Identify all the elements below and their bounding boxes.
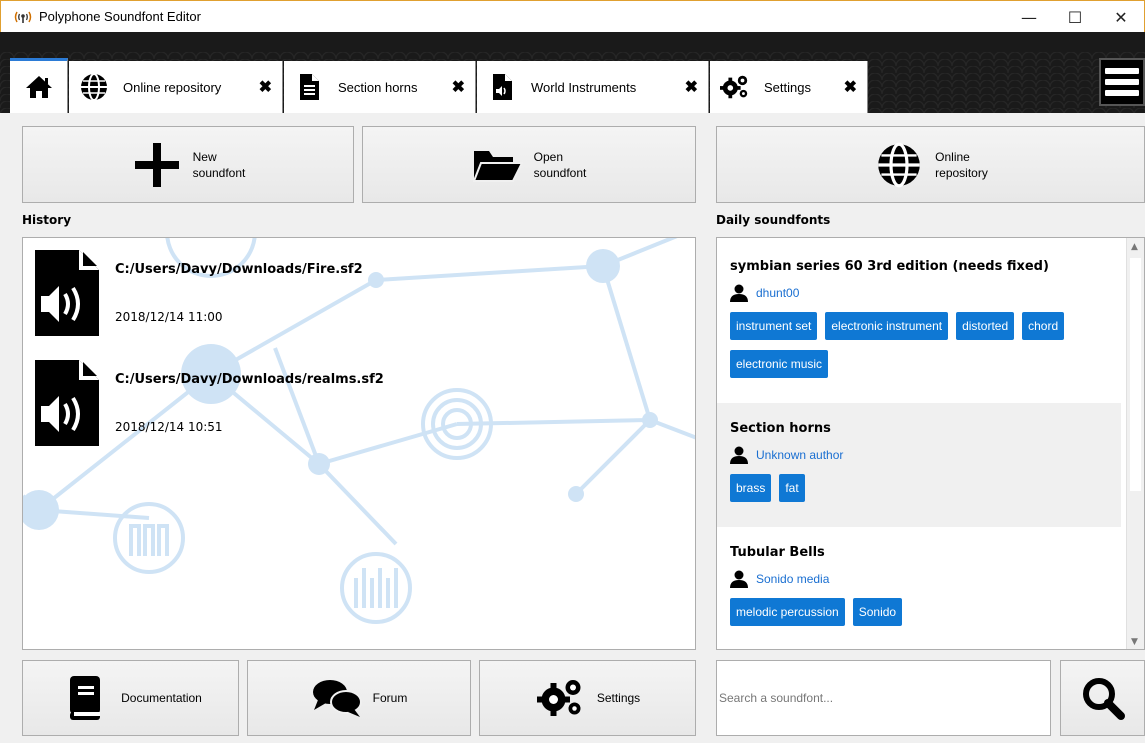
tab-home[interactable] <box>10 58 68 113</box>
maximize-button[interactable]: ☐ <box>1052 1 1098 33</box>
daily-item[interactable]: Tubular Bells Sonido media melodic percu… <box>717 527 1121 649</box>
close-window-button[interactable]: ✕ <box>1098 1 1144 33</box>
history-heading: History <box>22 213 72 227</box>
audio-file-icon <box>487 72 517 102</box>
home-icon <box>24 72 54 102</box>
tag-button[interactable]: melodic percussion <box>730 598 845 626</box>
close-tab-button[interactable]: ✖ <box>685 77 698 97</box>
history-date: 2018/12/14 10:51 <box>115 420 223 434</box>
button-label: Open <box>533 149 563 164</box>
button-label: soundfont <box>533 165 587 180</box>
button-label: soundfont <box>192 165 246 180</box>
menu-bar-icon <box>1105 68 1139 74</box>
soundfont-title: symbian series 60 3rd edition (needs fix… <box>730 259 1049 274</box>
title-bar: Polyphone Soundfont Editor — ☐ ✕ <box>0 0 1145 32</box>
history-item[interactable]: C:/Users/Davy/Downloads/realms.sf2 2018/… <box>35 360 384 446</box>
settings-button[interactable]: Settings <box>479 660 696 736</box>
history-date: 2018/12/14 11:00 <box>115 310 223 324</box>
tag-button[interactable]: distorted <box>956 312 1015 340</box>
user-icon <box>730 570 748 588</box>
daily-item[interactable]: symbian series 60 3rd edition (needs fix… <box>717 238 1121 403</box>
author-link[interactable]: dhunt00 <box>756 286 799 300</box>
soundfont-title: Tubular Bells <box>730 545 825 560</box>
close-tab-button[interactable]: ✖ <box>259 77 272 97</box>
history-path: C:/Users/Davy/Downloads/Fire.sf2 <box>115 262 363 277</box>
tab-strip-top <box>0 32 1145 52</box>
author-link[interactable]: Unknown author <box>756 448 843 462</box>
tag-button[interactable]: electronic music <box>730 350 829 378</box>
tab-settings[interactable]: Settings ✖ <box>710 61 868 113</box>
history-path: C:/Users/Davy/Downloads/realms.sf2 <box>115 372 384 387</box>
button-label: Settings <box>596 691 641 705</box>
close-tab-button[interactable]: ✖ <box>844 77 857 97</box>
search-icon <box>1077 672 1129 724</box>
tag-button[interactable]: instrument set <box>730 312 818 340</box>
search-button[interactable] <box>1060 660 1145 736</box>
button-label: Documentation <box>121 691 202 705</box>
daily-item[interactable]: Section horns Unknown author brass fat <box>717 403 1121 527</box>
tag-button[interactable]: Sonido <box>852 598 903 626</box>
search-box[interactable] <box>716 660 1051 736</box>
tag-button[interactable]: chord <box>1022 312 1065 340</box>
scrollbar[interactable]: ▲ ▼ <box>1126 238 1144 649</box>
audio-file-icon <box>35 360 99 446</box>
minimize-button[interactable]: — <box>1006 1 1052 33</box>
document-icon <box>294 72 324 102</box>
app-icon <box>13 7 33 27</box>
scroll-thumb[interactable] <box>1130 258 1141 491</box>
book-icon <box>59 672 111 724</box>
globe-icon <box>79 72 109 102</box>
network-background <box>23 238 695 624</box>
button-label: New <box>192 149 217 164</box>
history-list: C:/Users/Davy/Downloads/Fire.sf2 2018/12… <box>22 237 696 650</box>
forum-button[interactable]: Forum <box>247 660 471 736</box>
user-icon <box>730 446 748 464</box>
online-repository-button[interactable]: Online repository <box>716 126 1145 203</box>
open-soundfont-button[interactable]: Open soundfont <box>362 126 696 203</box>
soundfont-title: Section horns <box>730 421 831 436</box>
daily-soundfonts-heading: Daily soundfonts <box>716 213 831 227</box>
author-link[interactable]: Sonido media <box>756 572 829 586</box>
tag-button[interactable]: brass <box>730 474 772 502</box>
tab-label: World Instruments <box>531 79 637 95</box>
new-soundfont-button[interactable]: New soundfont <box>22 126 354 203</box>
tab-label: Section horns <box>338 79 418 95</box>
menu-bar-icon <box>1105 90 1139 96</box>
chat-bubbles-icon <box>311 672 363 724</box>
tag-button[interactable]: fat <box>779 474 805 502</box>
tag-button[interactable]: electronic instrument <box>825 312 949 340</box>
scroll-down-icon[interactable]: ▼ <box>1131 637 1138 647</box>
window-title: Polyphone Soundfont Editor <box>39 9 201 24</box>
globe-icon <box>873 139 925 191</box>
audio-file-icon <box>35 250 99 336</box>
history-item[interactable]: C:/Users/Davy/Downloads/Fire.sf2 2018/12… <box>35 250 363 336</box>
gears-icon <box>720 72 750 102</box>
scroll-up-icon[interactable]: ▲ <box>1131 242 1138 252</box>
tab-section-horns[interactable]: Section horns ✖ <box>284 61 476 113</box>
documentation-button[interactable]: Documentation <box>22 660 239 736</box>
hamburger-menu-button[interactable] <box>1099 58 1145 106</box>
plus-icon <box>131 139 183 191</box>
button-label: Forum <box>372 691 408 705</box>
tab-label: Online repository <box>123 79 222 95</box>
user-icon <box>730 284 748 302</box>
tab-label: Settings <box>764 79 811 95</box>
button-label: Online <box>935 149 970 164</box>
menu-bar-icon <box>1105 79 1139 85</box>
home-page: New soundfont Open soundfont Online reposit… <box>0 113 1145 743</box>
gears-icon <box>535 672 587 724</box>
tab-online-repository[interactable]: Online repository ✖ <box>69 61 283 113</box>
daily-soundfonts-list: symbian series 60 3rd edition (needs fix… <box>716 237 1145 650</box>
button-label: repository <box>935 165 988 180</box>
tab-world-instruments[interactable]: World Instruments ✖ <box>477 61 709 113</box>
close-tab-button[interactable]: ✖ <box>452 77 465 97</box>
folder-open-icon <box>472 139 524 191</box>
search-input[interactable] <box>719 691 1039 705</box>
